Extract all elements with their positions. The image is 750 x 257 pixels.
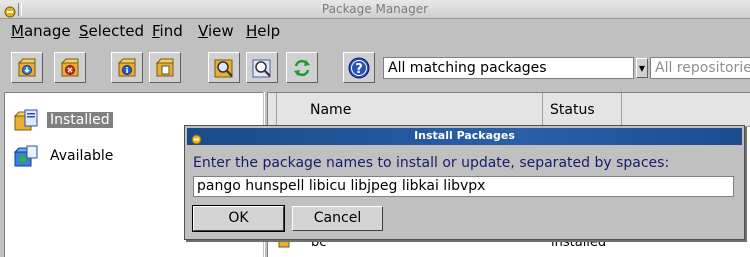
- find-button[interactable]: [208, 52, 240, 83]
- toolbar: ? All matching packages ▼ All repositori…: [0, 44, 750, 88]
- install-package-icon: [17, 58, 36, 76]
- install-packages-dialog: Install Packages Enter the package names…: [184, 125, 745, 240]
- column-header-checkbox[interactable]: [268, 93, 277, 127]
- menu-find[interactable]: Find: [152, 22, 183, 40]
- sidebar-item-available[interactable]: Available: [13, 143, 116, 169]
- remove-button[interactable]: [54, 52, 86, 83]
- ok-button[interactable]: OK: [192, 205, 285, 232]
- repository-select[interactable]: All repositories: [650, 57, 750, 79]
- filter-dropdown-arrow-icon[interactable]: ▼: [636, 58, 648, 78]
- dialog-prompt: Enter the package names to install or up…: [193, 155, 670, 171]
- installed-packages-icon: [13, 109, 38, 131]
- find-next-icon: [252, 59, 271, 77]
- find-icon: [214, 59, 233, 77]
- column-header-filler: [622, 93, 750, 127]
- refresh-button[interactable]: [286, 52, 318, 83]
- svg-text:?: ?: [355, 62, 363, 77]
- find-next-button[interactable]: [246, 52, 278, 83]
- menu-view[interactable]: View: [198, 22, 234, 40]
- files-button[interactable]: [149, 52, 181, 83]
- window-title: Package Manager: [321, 2, 429, 16]
- refresh-icon: [294, 59, 310, 76]
- column-header-status[interactable]: Status: [543, 93, 622, 127]
- package-files-icon: [155, 58, 174, 76]
- menu-help[interactable]: Help: [246, 22, 280, 40]
- sidebar-item-installed[interactable]: Installed: [13, 107, 113, 133]
- window-titlebar[interactable]: Package Manager: [0, 0, 750, 19]
- install-button[interactable]: [11, 52, 43, 83]
- package-names-input[interactable]: pango hunspell libicu libjpeg libkai lib…: [193, 176, 734, 197]
- dialog-titlebar[interactable]: Install Packages: [187, 128, 742, 145]
- remove-package-icon: [60, 58, 79, 76]
- package-info-icon: [117, 58, 136, 76]
- package-filter-select[interactable]: All matching packages: [383, 57, 634, 79]
- column-header-name[interactable]: Name: [277, 93, 543, 127]
- dialog-title: Install Packages: [414, 129, 515, 142]
- menu-bar: Manage Selected Find View Help: [0, 19, 750, 43]
- info-button[interactable]: [111, 52, 143, 83]
- sidebar-item-label: Available: [50, 148, 114, 164]
- help-icon: ?: [348, 57, 370, 78]
- menu-selected[interactable]: Selected: [79, 22, 144, 40]
- menu-manage[interactable]: Manage: [11, 22, 71, 40]
- available-packages-icon: [13, 145, 38, 167]
- sidebar-item-label: Installed: [47, 112, 113, 128]
- help-button[interactable]: ?: [343, 52, 375, 83]
- cancel-button[interactable]: Cancel: [292, 206, 383, 231]
